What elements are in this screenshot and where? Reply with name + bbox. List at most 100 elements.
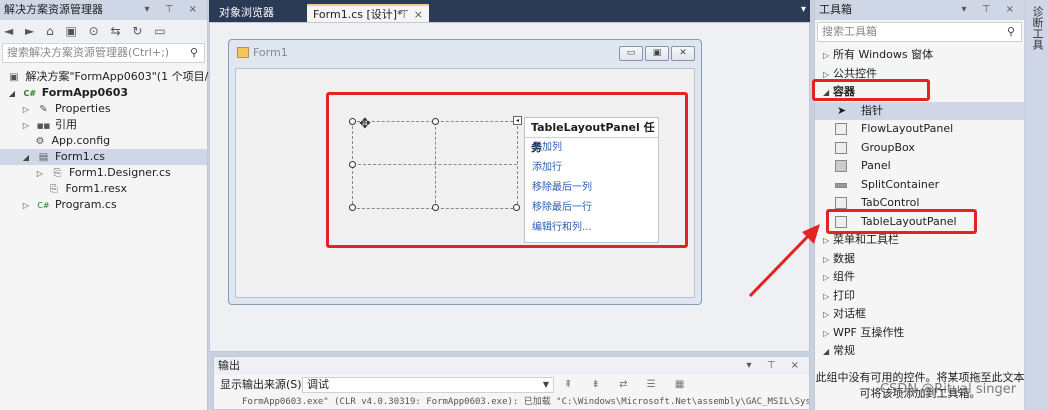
diagnostics-side-tab[interactable]: 诊断工具 [1025,0,1048,410]
tree-item-form1-resx[interactable]: ⎘ Form1.resx [0,181,207,197]
tree-item-label: FormApp0603 [41,86,129,99]
wrench-icon: ✎ [39,104,48,115]
toolbox-group-data[interactable]: ▷ 数据 [815,250,1024,269]
tree-item-label: 引用 [55,118,77,131]
tree-item-label: Form1.resx [65,182,128,195]
solution-explorer-window-buttons[interactable]: ▾ ⊤ × [145,0,203,20]
minimize-button[interactable]: ▭ [619,46,643,61]
output-source-select[interactable]: 调试 ▼ [302,377,554,393]
collapsed-arrow-icon[interactable]: ▷ [823,47,833,66]
close-button[interactable]: ✕ [671,46,695,61]
solution-icon: ▣ [9,72,19,83]
tree-item-project[interactable]: ◢ C# FormApp0603 [0,85,207,101]
highlight-box [812,79,930,101]
toolbox-group-wpf-interop[interactable]: ▷ WPF 互操作性 [815,324,1024,343]
item-label: 指针 [861,103,883,117]
tree-item-label: Form1.cs [55,150,105,163]
highlight-box [326,92,688,248]
code-file-icon: ⎘ [53,168,62,179]
group-label: 菜单和工具栏 [833,233,899,246]
search-icon[interactable]: ⚲ [1007,23,1015,41]
toolbox-group-general[interactable]: ◢ 常规 [815,342,1024,361]
search-icon[interactable]: ⚲ [190,44,198,62]
resource-file-icon: ⎘ [50,184,58,195]
collapsed-arrow-icon[interactable]: ▷ [20,118,32,134]
output-source-label: 显示输出来源(S): [220,378,306,391]
toolbox-item-groupbox[interactable]: GroupBox [815,139,1024,158]
tree-item-label: App.config [51,134,111,147]
collapsed-arrow-icon[interactable]: ▷ [34,166,46,182]
expanded-arrow-icon[interactable]: ◢ [823,343,833,362]
config-file-icon: ⚙ [35,136,45,147]
document-tabs: 对象浏览器 Form1.cs [设计]* ⊤ × ▾ [209,0,810,22]
solution-tree: ▣ 解决方案"FormApp0603"(1 个项目/共 ◢ C# FormApp… [0,69,219,213]
tab-form1-designer[interactable]: Form1.cs [设计]* ⊤ × [307,4,429,22]
collapsed-arrow-icon[interactable]: ▷ [823,306,833,325]
output-toolbar: 显示输出来源(S): 调试 ▼ ⇞ ⇟ ⇄ ☰ ▦ [214,375,809,395]
item-label: GroupBox [861,140,915,154]
solution-explorer-title: 解决方案资源管理器 [4,3,103,16]
item-label: TabControl [861,196,920,209]
form1-title-bar: Form1 ▭ ▣ ✕ [229,40,701,66]
collapsed-arrow-icon[interactable]: ▷ [20,198,32,214]
toolbox-item-panel[interactable]: Panel [815,157,1024,176]
solution-explorer-search-placeholder: 搜索解决方案资源管理器(Ctrl+;) [7,46,170,59]
tree-item-properties[interactable]: ▷ ✎ Properties [0,101,207,117]
form-file-icon: ▤ [38,152,49,163]
collapsed-arrow-icon[interactable]: ▷ [20,102,32,118]
toolbox-group-all-windows-forms[interactable]: ▷ 所有 Windows 窗体 [815,46,1024,65]
tree-item-references[interactable]: ▷ ■■ 引用 [0,117,207,133]
tree-item-solution[interactable]: ▣ 解决方案"FormApp0603"(1 个项目/共 [0,69,219,85]
toolbox-group-dialogs[interactable]: ▷ 对话框 [815,305,1024,324]
group-label: WPF 互操作性 [833,325,905,339]
toolbox-search-input[interactable]: 搜索工具箱 ⚲ [817,22,1022,42]
toolbox-item-splitcontainer[interactable]: SplitContainer [815,176,1024,195]
groupbox-icon [835,141,847,154]
output-panel: 输出 ▾ ⊤ × 显示输出来源(S): 调试 ▼ ⇞ ⇟ ⇄ ☰ ▦ FormA… [213,356,810,410]
pointer-icon: ➤ [837,103,847,117]
maximize-button[interactable]: ▣ [645,46,669,61]
toolbox-group-printing[interactable]: ▷ 打印 [815,287,1024,306]
form1-title: Form1 [253,46,288,59]
csharp-file-icon: C# [37,201,50,210]
references-icon: ■■ [36,122,51,130]
output-window-buttons[interactable]: ▾ ⊤ × [747,357,805,375]
tree-item-label: Properties [55,102,111,115]
group-label: 对话框 [833,307,866,320]
tree-item-app-config[interactable]: ⚙ App.config [0,133,207,149]
toolbox-item-pointer[interactable]: ➤ 指针 [815,101,1024,120]
flowlayoutpanel-icon [835,123,847,135]
tree-item-program-cs[interactable]: ▷ C# Program.cs [0,197,207,213]
expanded-arrow-icon[interactable]: ◢ [6,86,18,102]
collapsed-arrow-icon[interactable]: ▷ [823,325,833,344]
toolbox-group-components[interactable]: ▷ 组件 [815,268,1024,287]
toolbox-item-flowlayoutpanel[interactable]: FlowLayoutPanel [815,120,1024,139]
tree-item-label: Program.cs [55,198,117,211]
tree-item-form1-designer[interactable]: ▷ ⎘ Form1.Designer.cs [0,165,207,181]
output-title-bar: 输出 ▾ ⊤ × [214,357,809,375]
group-label: 公共控件 [833,66,877,80]
solution-explorer-search-input[interactable]: 搜索解决方案资源管理器(Ctrl+;) ⚲ [2,43,205,63]
highlight-box [826,209,977,234]
expanded-arrow-icon[interactable]: ◢ [20,150,32,166]
toolbox-window-buttons[interactable]: ▾ ⊤ × [962,0,1020,20]
group-label: 常规 [833,344,855,357]
output-source-value: 调试 [307,378,329,391]
tab-object-browser[interactable]: 对象浏览器 [213,4,280,22]
annotation-arrow [748,224,820,298]
splitcontainer-icon [835,182,847,188]
toolbox-search-placeholder: 搜索工具箱 [822,25,877,38]
tree-item-label: 解决方案"FormApp0603"(1 个项目/共 [25,70,220,83]
group-label: 打印 [833,288,855,302]
group-label: 组件 [833,270,855,283]
output-toolbar-icons[interactable]: ⇞ ⇟ ⇄ ☰ ▦ [564,375,692,395]
output-log-line: FormApp0603.exe" (CLR v4.0.30319: FormAp… [242,397,809,407]
toolbox-title: 工具箱 [819,3,852,16]
item-label: FlowLayoutPanel [861,122,954,135]
solution-explorer-toolbar[interactable]: ◄ ► ⌂ ▣ ⊙ ⇆ ↻ ▭ [0,20,207,42]
tabs-dropdown-icon[interactable]: ▾ [801,4,806,15]
tree-item-form1-cs[interactable]: ◢ ▤ Form1.cs [0,149,207,165]
group-label: 数据 [833,251,855,265]
chevron-down-icon[interactable]: ▼ [543,378,549,392]
tabcontrol-icon [835,197,847,209]
